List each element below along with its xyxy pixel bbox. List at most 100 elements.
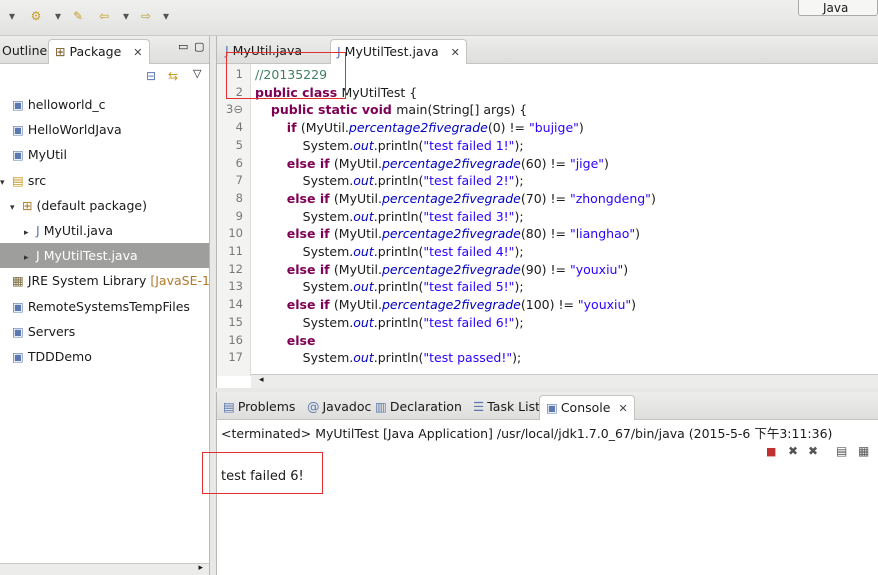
close-icon[interactable]: ✕ [451, 46, 460, 59]
code-token: MyUtilTest { [341, 84, 418, 100]
java-icon: J [36, 248, 40, 264]
code-token: ); [514, 244, 524, 259]
code-token: "test failed 3!" [423, 208, 515, 224]
tab-label: Javadoc [322, 399, 372, 414]
tree-item[interactable]: ▸ J MyUtilTest.java [0, 243, 209, 269]
package-explorer: Outline ⊞ Package ✕ ▭ ▢ ⊟ ⇆ ▽ ▣ helloworl… [0, 36, 210, 575]
code-token: System. [255, 279, 354, 295]
tree-item[interactable]: ▣ TDDDemo [0, 344, 209, 369]
tab-label: Problems [237, 399, 296, 414]
minimize-icon[interactable]: ▭ [178, 40, 188, 53]
code-token: (MyUtil. [300, 120, 349, 136]
perspective-switcher[interactable]: Java [798, 0, 878, 16]
code-token: ); [514, 173, 524, 189]
code-token: out [353, 314, 374, 330]
tree-item-label: RemoteSystemsTempFiles [27, 298, 190, 314]
close-icon[interactable]: ✕ [133, 46, 142, 59]
nav-forward-icon[interactable]: ⇨ [138, 8, 154, 24]
nav-back-icon[interactable]: ⇦ [96, 8, 112, 24]
editor-horizontal-scrollbar[interactable]: ◂ [251, 374, 878, 388]
code-token: else if [286, 261, 334, 277]
line-number: 5 [235, 137, 243, 152]
tab-console[interactable]: ▣ Console ✕ [539, 395, 635, 420]
tab-myutil-java[interactable]: J MyUtil.java [219, 39, 308, 64]
tab-declaration[interactable]: ▥ Declaration [369, 395, 468, 420]
tree-item[interactable]: ▣ HelloWorldJava [0, 117, 209, 142]
tree-item-label: MyUtilTest.java [43, 248, 138, 264]
tree-item-label: MyUtil [27, 147, 67, 163]
code-token: percentage2fivegrade [381, 155, 521, 171]
remove-launch-icon[interactable]: ✖ [788, 444, 798, 458]
javadoc-icon: @ [307, 399, 320, 414]
code-token: percentage2fivegrade [381, 226, 521, 242]
tree-item[interactable]: ▸ J MyUtil.java [0, 218, 209, 243]
expand-arrow-icon[interactable]: ▸ [24, 246, 36, 268]
code-line: else if (MyUtil.percentage2fivegrade(60)… [255, 155, 609, 173]
tree-item-label: TDDDemo [27, 348, 92, 364]
project-icon: ▣ [12, 97, 24, 112]
code-token: "test failed 2!" [423, 173, 515, 189]
tab-outline[interactable]: Outline [0, 39, 53, 64]
tab-problems[interactable]: ▤ Problems [217, 395, 301, 420]
tree-item-label: (default package) [36, 197, 147, 213]
run-icon[interactable]: ✎ [70, 8, 86, 24]
remove-all-icon[interactable]: ✖ [808, 444, 818, 458]
scroll-right-icon[interactable]: ▸ [198, 563, 203, 573]
collapse-all-icon[interactable]: ⊟ [146, 69, 156, 83]
code-token: "zhongdeng" [569, 190, 651, 206]
expand-arrow-icon[interactable]: ▸ [24, 221, 36, 243]
code-token: ) [578, 120, 584, 136]
tree-item[interactable]: ▣ RemoteSystemsTempFiles [0, 294, 209, 319]
tab-task-list[interactable]: ☰ Task List [467, 395, 546, 420]
tree-item[interactable]: ▦JRE System Library[JavaSE-1.7] [0, 268, 209, 293]
problems-icon: ▤ [223, 399, 235, 414]
tree-item[interactable]: ▾ ▤ src [0, 168, 209, 193]
horizontal-scrollbar[interactable]: ▸ [0, 563, 209, 575]
code-token: percentage2fivegrade [381, 261, 521, 277]
tree-item[interactable]: ▣ helloworld_c [0, 92, 209, 117]
code-line: else if (MyUtil.percentage2fivegrade(70)… [255, 190, 656, 208]
code-token: (MyUtil. [333, 226, 382, 242]
code-token: (MyUtil. [333, 155, 382, 171]
debug-icon[interactable]: ⚙ [28, 8, 44, 24]
close-icon[interactable]: ✕ [618, 402, 627, 415]
project-icon: ▣ [12, 122, 24, 138]
save-icon[interactable]: ▾ [4, 8, 20, 24]
code-token: ) [631, 297, 637, 313]
tree-item[interactable]: ▣ Servers [0, 319, 209, 344]
tree-item[interactable]: ▾ ⊞ (default package) [0, 193, 209, 218]
tree-item-label: src [27, 172, 47, 188]
clear-console-icon[interactable]: ▤ [836, 444, 847, 458]
tree-item[interactable]: ▣ MyUtil [0, 142, 209, 167]
line-number: 6 [235, 155, 243, 170]
maximize-icon[interactable]: ▢ [194, 40, 204, 53]
dropdown-icon[interactable]: ▾ [158, 8, 174, 24]
view-menu-icon[interactable]: ▽ [193, 67, 201, 80]
tab-label: MyUtilTest.java [344, 44, 439, 59]
code-token: else [286, 332, 316, 348]
line-number: 2 [235, 84, 243, 99]
dropdown-icon[interactable]: ▾ [118, 8, 134, 24]
line-number: 10 [228, 226, 243, 241]
terminate-icon[interactable]: ■ [766, 445, 776, 458]
scroll-left-icon[interactable]: ◂ [259, 375, 264, 385]
scroll-lock-icon[interactable]: ▦ [858, 444, 869, 458]
tab-javadoc[interactable]: @ Javadoc [301, 395, 377, 420]
code-token: "test passed!" [423, 350, 513, 366]
tab-myutiltest-java[interactable]: J MyUtilTest.java ✕ [330, 39, 467, 64]
code-token: (70) != [520, 190, 570, 206]
expand-arrow-icon[interactable]: ▾ [10, 196, 22, 218]
code-line: System.out.println("test failed 3!"); [255, 208, 524, 226]
code-token: "youxiu" [577, 297, 632, 313]
code-token: else if [286, 297, 334, 313]
expand-arrow-icon[interactable]: ▾ [0, 171, 12, 193]
code-token: "test failed 1!" [423, 137, 515, 153]
dropdown-icon[interactable]: ▾ [50, 8, 66, 24]
link-editor-icon[interactable]: ⇆ [168, 69, 178, 83]
tab-package[interactable]: ⊞ Package ✕ [48, 39, 150, 64]
code-token: "test failed 4!" [423, 244, 515, 259]
